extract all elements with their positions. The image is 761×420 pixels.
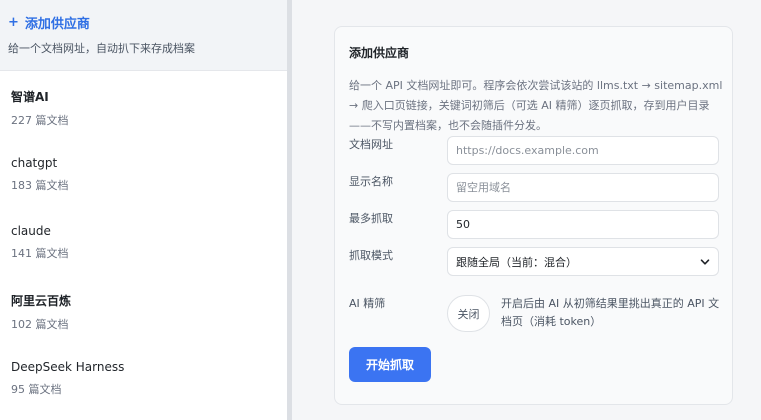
- mode-select[interactable]: 跟随全局（当前：混合）: [447, 247, 719, 276]
- url-label: 文档网址: [349, 138, 393, 151]
- name-row: 显示名称: [349, 173, 719, 202]
- add-provider-form: 添加供应商 给一个 API 文档网址即可。程序会依次尝试该站的 llms.txt…: [334, 26, 733, 405]
- chevron-down-icon: [700, 258, 710, 265]
- add-provider-entry[interactable]: + 添加供应商 给一个文档网址，自动扒下来存成档案: [0, 0, 287, 71]
- provider-item[interactable]: DeepSeek Harness 95 篇文档: [0, 343, 287, 411]
- provider-list: 智谱AI 227 篇文档 chatgpt 183 篇文档 claude 141 …: [0, 71, 287, 411]
- provider-doc-count: 95 篇文档: [11, 383, 62, 396]
- ai-label: AI 精筛: [349, 297, 386, 310]
- display-name-input[interactable]: [447, 173, 719, 202]
- form-description: 给一个 API 文档网址即可。程序会依次尝试该站的 llms.txt → sit…: [349, 79, 723, 132]
- main-area: 添加供应商 给一个 API 文档网址即可。程序会依次尝试该站的 llms.txt…: [292, 0, 761, 420]
- sidebar: + 添加供应商 给一个文档网址，自动扒下来存成档案 智谱AI 227 篇文档 c…: [0, 0, 287, 420]
- provider-item[interactable]: 阿里云百炼 102 篇文档: [0, 275, 287, 343]
- ai-filter-toggle[interactable]: 关闭: [447, 295, 490, 332]
- name-label: 显示名称: [349, 175, 393, 188]
- provider-doc-count: 227 篇文档: [11, 114, 69, 127]
- ai-filter-desc: 开启后由 AI 从初筛结果里挑出真正的 API 文档页（消耗 token）: [501, 297, 720, 328]
- max-fetch-input[interactable]: [447, 210, 719, 239]
- provider-doc-count: 141 篇文档: [11, 247, 69, 260]
- provider-item[interactable]: claude 141 篇文档: [0, 207, 287, 275]
- mode-select-value: 跟随全局（当前：混合）: [456, 255, 577, 269]
- url-input[interactable]: [447, 136, 719, 165]
- provider-doc-count: 102 篇文档: [11, 318, 69, 331]
- provider-doc-count: 183 篇文档: [11, 179, 69, 192]
- provider-name: chatgpt: [11, 156, 58, 170]
- max-row: 最多抓取: [349, 210, 719, 239]
- provider-name: claude: [11, 224, 51, 238]
- form-title: 添加供应商: [349, 46, 410, 60]
- mode-row: 抓取模式 跟随全局（当前：混合）: [349, 247, 719, 276]
- max-label: 最多抓取: [349, 212, 393, 225]
- add-provider-desc: 给一个文档网址，自动扒下来存成档案: [8, 42, 195, 55]
- add-provider-title[interactable]: + 添加供应商: [8, 13, 279, 32]
- add-provider-label: 添加供应商: [24, 17, 90, 32]
- provider-item[interactable]: chatgpt 183 篇文档: [0, 139, 287, 207]
- start-fetch-button[interactable]: 开始抓取: [349, 347, 431, 382]
- provider-item[interactable]: 智谱AI 227 篇文档: [0, 71, 287, 139]
- provider-name: 智谱AI: [11, 90, 49, 104]
- url-row: 文档网址: [349, 136, 719, 165]
- mode-label: 抓取模式: [349, 249, 393, 262]
- provider-name: DeepSeek Harness: [11, 360, 125, 374]
- ai-row: AI 精筛 关闭 开启后由 AI 从初筛结果里挑出真正的 API 文档页（消耗 …: [349, 295, 719, 335]
- provider-name: 阿里云百炼: [11, 294, 72, 308]
- plus-icon: +: [8, 15, 19, 30]
